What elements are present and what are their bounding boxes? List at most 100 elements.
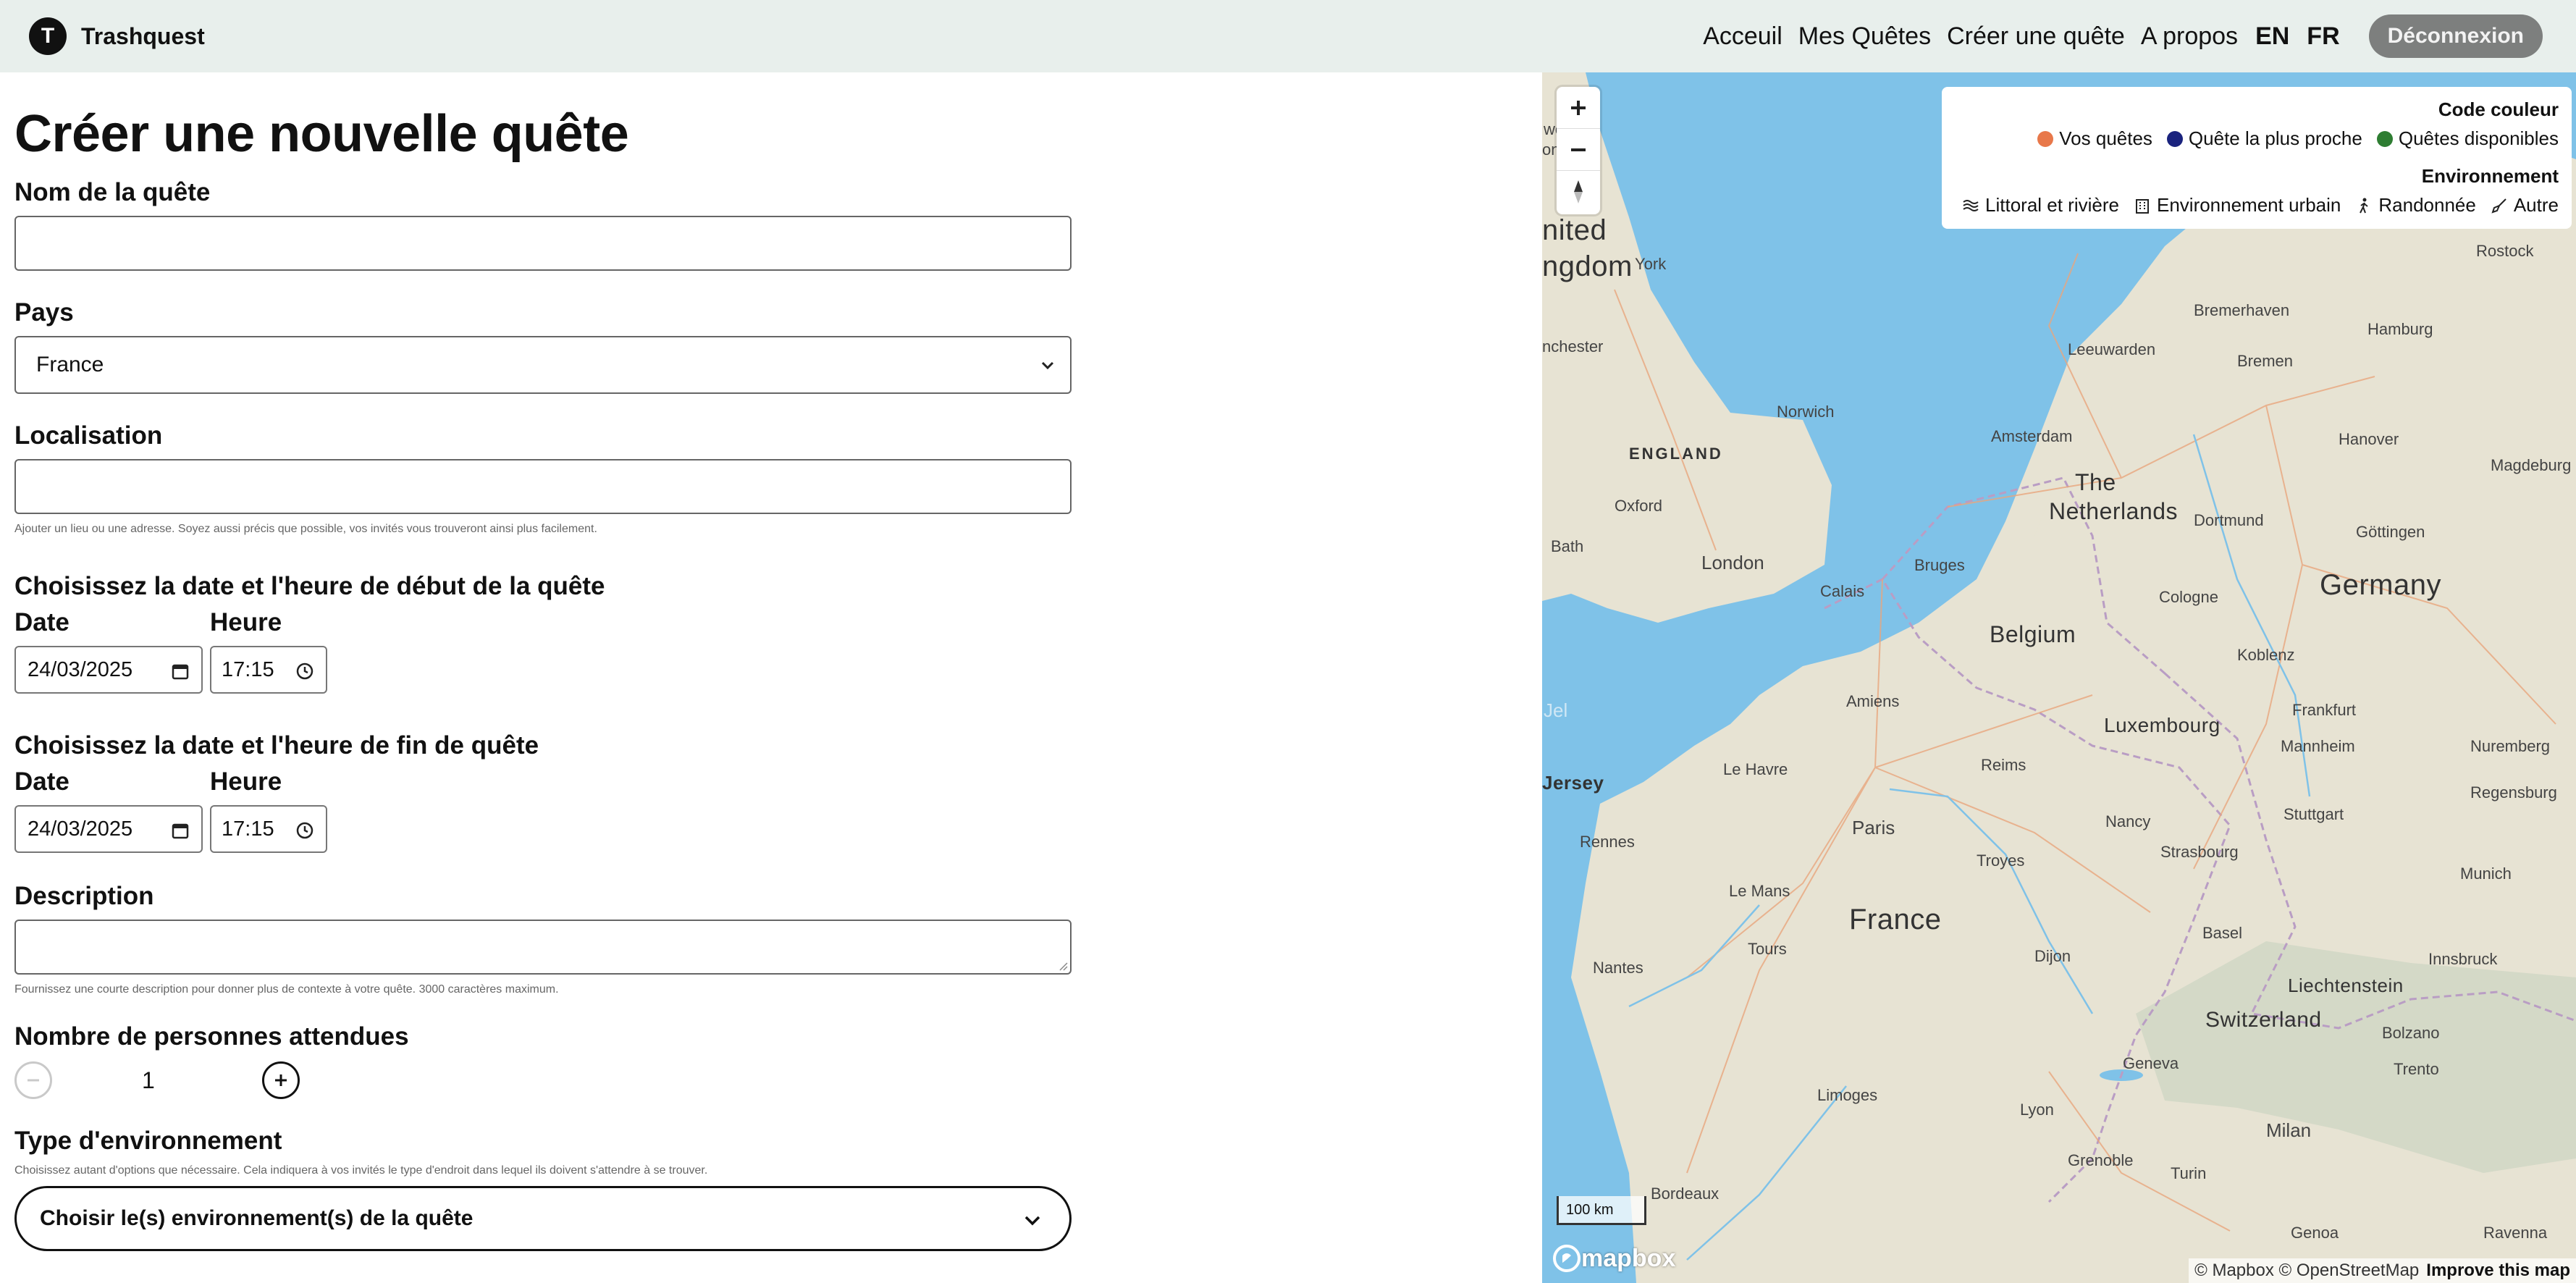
- map-label-city: Genoa: [2291, 1224, 2339, 1242]
- resize-handle-icon[interactable]: [1057, 960, 1069, 972]
- location-input[interactable]: [14, 459, 1072, 514]
- country-label: Pays: [14, 298, 74, 327]
- brand-name: Trashquest: [81, 22, 205, 49]
- nav-link-home[interactable]: Acceuil: [1703, 22, 1782, 51]
- description-textarea[interactable]: [14, 920, 1072, 975]
- map-label-country: Jersey: [1542, 772, 1604, 794]
- decrement-button[interactable]: [14, 1061, 52, 1099]
- map-label-country: nited: [1542, 214, 1607, 246]
- map-label-city: Lyon: [2020, 1101, 2054, 1119]
- logout-button[interactable]: Déconnexion: [2368, 14, 2543, 58]
- attendees-count: 1: [142, 1067, 155, 1093]
- description-label: Description: [14, 882, 154, 910]
- map-label-city: Nuremberg: [2470, 737, 2551, 755]
- description-hint: Fournissez une courte description pour d…: [14, 983, 559, 996]
- end-time-value: 17:15: [222, 817, 274, 841]
- country-select[interactable]: France: [14, 336, 1072, 394]
- map-label-country: Belgium: [1990, 621, 2076, 647]
- end-datetime-heading: Choisissez la date et l'heure de fin de …: [14, 731, 539, 760]
- end-time-input[interactable]: 17:15: [210, 805, 327, 853]
- map-legend: Code couleur Vos quêtes Quête la plus pr…: [1942, 87, 2572, 229]
- compass-icon: [1574, 180, 1583, 203]
- navy-dot-icon: [2166, 130, 2183, 147]
- legend-item-hiking: Randonnée: [2355, 194, 2476, 216]
- lang-fr-link[interactable]: FR: [2307, 22, 2339, 51]
- zoom-out-button[interactable]: [1557, 129, 1600, 171]
- map-label-country: Germany: [2320, 569, 2441, 601]
- map-label-city: Calais: [1820, 582, 1865, 600]
- end-date-input[interactable]: 24/03/2025: [14, 805, 203, 853]
- map-label-city: Dortmund: [2194, 511, 2264, 529]
- map-label-city: Koblenz: [2237, 646, 2295, 664]
- map-label-city: Turin: [2171, 1164, 2207, 1182]
- nav-link-create-quest[interactable]: Créer une quête: [1947, 22, 2125, 51]
- map-zoom-controls: [1557, 87, 1600, 214]
- map-label-city: Bremerhaven: [2194, 301, 2290, 319]
- legend-color-title: Code couleur: [2438, 98, 2559, 120]
- map-label-country: France: [1849, 904, 1942, 935]
- map-scale: 100 km: [1557, 1196, 1646, 1225]
- improve-map-link[interactable]: Improve this map: [2426, 1261, 2570, 1281]
- map-label-city: Limoges: [1817, 1086, 1878, 1104]
- plus-icon: [1571, 100, 1586, 115]
- mapbox-icon: [1553, 1245, 1580, 1272]
- quest-name-label: Nom de la quête: [14, 178, 211, 206]
- start-time-input[interactable]: 17:15: [210, 646, 327, 694]
- calendar-icon[interactable]: [171, 821, 190, 840]
- zoom-in-button[interactable]: [1557, 87, 1600, 129]
- nav-link-my-quests[interactable]: Mes Quêtes: [1798, 22, 1931, 51]
- map-label-sea: Jel: [1544, 699, 1568, 721]
- map-label-city: Cologne: [2159, 588, 2218, 606]
- brand-logo: T: [29, 17, 67, 55]
- map-label-city: nchester: [1542, 337, 1604, 356]
- reset-north-button[interactable]: [1557, 171, 1600, 213]
- clock-icon[interactable]: [295, 821, 314, 840]
- hiker-icon: [2360, 198, 2368, 213]
- legend-item-other: Autre: [2491, 194, 2559, 216]
- map-label-city: Bruges: [1914, 556, 1965, 574]
- increment-button[interactable]: [262, 1061, 300, 1099]
- quest-name-input[interactable]: [14, 216, 1072, 271]
- map-label-city: Trento: [2394, 1060, 2439, 1078]
- nav-link-about[interactable]: A propos: [2141, 22, 2238, 51]
- map-label-country: The: [2075, 469, 2116, 495]
- start-datetime-heading: Choisissez la date et l'heure de début d…: [14, 572, 605, 600]
- create-quest-form: Créer une nouvelle quête Nom de la quête…: [14, 72, 1542, 1283]
- environment-select[interactable]: Choisir le(s) environnement(s) de la quê…: [14, 1186, 1072, 1251]
- environment-label: Type d'environnement: [14, 1127, 282, 1155]
- end-time-label: Heure: [210, 767, 282, 796]
- location-hint: Ajouter un lieu ou une adresse. Soyez au…: [14, 523, 597, 535]
- legend-color-row: Vos quêtes Quête la plus proche Quêtes d…: [2023, 127, 2559, 150]
- minus-icon: [1571, 148, 1586, 151]
- legend-env-row: Littoral et rivière Environnement urbain…: [1948, 194, 2559, 216]
- map-label-city: Basel: [2202, 924, 2243, 942]
- orange-dot-icon: [2037, 130, 2054, 147]
- map-label-city: Rostock: [2476, 242, 2534, 260]
- legend-label: Littoral et rivière: [1985, 194, 2119, 216]
- clock-icon[interactable]: [295, 662, 314, 681]
- legend-label: Randonnée: [2378, 194, 2476, 216]
- start-time-label: Heure: [210, 608, 282, 636]
- mapbox-logo[interactable]: mapbox: [1552, 1244, 1675, 1273]
- map-label-country: Liechtenstein: [2288, 975, 2404, 996]
- brand[interactable]: T Trashquest: [29, 17, 205, 55]
- map-label-city: Munich: [2460, 865, 2512, 883]
- map-panel[interactable]: wcastle on Tyne nited ngdom York ncheste…: [1542, 72, 2576, 1283]
- calendar-icon[interactable]: [171, 662, 190, 681]
- lang-en-link[interactable]: EN: [2255, 22, 2289, 51]
- map-label-city: York: [1635, 255, 1667, 273]
- map-label-city: Mannheim: [2281, 737, 2355, 755]
- map-label-city: Norwich: [1777, 403, 1835, 421]
- legend-label: Autre: [2513, 194, 2559, 216]
- map-label-city: Regensburg: [2470, 783, 2557, 802]
- legend-label: Quête la plus proche: [2188, 127, 2362, 149]
- legend-item-urban: Environnement urbain: [2134, 194, 2341, 216]
- map-label-country: Luxembourg: [2104, 714, 2221, 736]
- broom-icon: [2491, 198, 2506, 214]
- map-label-country: Netherlands: [2049, 498, 2179, 524]
- map-label-city: Tours: [1748, 940, 1787, 958]
- map-label-city: Milan: [2266, 1119, 2312, 1141]
- start-date-input[interactable]: 24/03/2025: [14, 646, 203, 694]
- end-date-label: Date: [14, 767, 70, 796]
- attribution-text[interactable]: © Mapbox © OpenStreetMap: [2194, 1261, 2419, 1281]
